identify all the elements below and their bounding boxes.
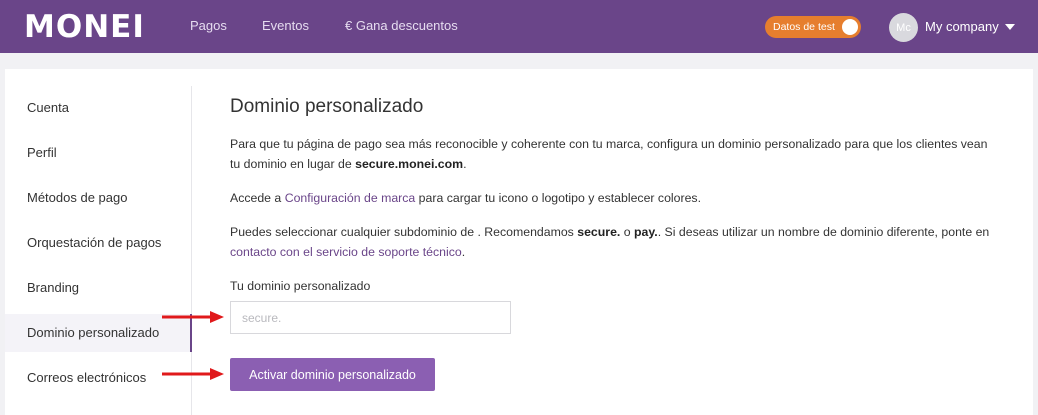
monei-logo[interactable]: MONEI xyxy=(24,9,145,45)
nav-link-descuentos[interactable]: € Gana descuentos xyxy=(345,18,458,33)
default-domain-text: secure.monei.com xyxy=(355,157,464,171)
brand-settings-link[interactable]: Configuración de marca xyxy=(285,191,416,205)
branding-text-end: para cargar tu icono o logotipo y establ… xyxy=(415,191,701,205)
sidebar-item-cuenta[interactable]: Cuenta xyxy=(5,89,192,127)
intro-paragraph: Para que tu página de pago sea más recon… xyxy=(230,134,990,174)
custom-domain-input[interactable] xyxy=(230,301,511,334)
subdomain-text-mid: . Si deseas utilizar un nombre de domini… xyxy=(657,225,990,239)
subdomain-text-start: Puedes seleccionar cualquier subdominio … xyxy=(230,225,578,239)
sidebar-item-perfil[interactable]: Perfil xyxy=(5,134,192,172)
custom-domain-label: Tu dominio personalizado xyxy=(230,279,371,293)
company-menu-label[interactable]: My company xyxy=(925,19,999,34)
sidebar-item-orquestacion-de-pagos[interactable]: Orquestación de pagos xyxy=(5,224,192,262)
test-data-toggle-label: Datos de test xyxy=(773,21,835,33)
top-navbar: MONEI Pagos Eventos € Gana descuentos Da… xyxy=(0,0,1038,53)
sidebar-item-branding[interactable]: Branding xyxy=(5,269,192,307)
annotation-arrow-icon xyxy=(162,368,224,380)
support-contact-link[interactable]: contacto con el servicio de soporte técn… xyxy=(230,245,462,259)
subdomain-text-end: . xyxy=(461,245,466,259)
subdomain-text-or: o xyxy=(620,225,635,239)
chevron-down-icon[interactable] xyxy=(1005,24,1015,30)
pay-subdomain-text: pay. xyxy=(634,225,658,239)
avatar[interactable]: Mc xyxy=(889,13,918,42)
intro-end: . xyxy=(463,157,467,171)
intro-text: Para que tu página de pago sea más recon… xyxy=(230,137,988,171)
sidebar-item-metodos-de-pago[interactable]: Métodos de pago xyxy=(5,179,192,217)
nav-link-pagos[interactable]: Pagos xyxy=(190,18,227,33)
secure-subdomain-text: secure. xyxy=(577,225,621,239)
nav-link-eventos[interactable]: Eventos xyxy=(262,18,309,33)
annotation-arrow-icon xyxy=(162,311,224,323)
toggle-knob xyxy=(842,19,858,35)
subdomain-paragraph: Puedes seleccionar cualquier subdominio … xyxy=(230,222,990,262)
page-title: Dominio personalizado xyxy=(230,96,424,117)
branding-text-start: Accede a xyxy=(230,191,285,205)
test-data-toggle[interactable]: Datos de test xyxy=(765,16,861,38)
activate-custom-domain-button[interactable]: Activar dominio personalizado xyxy=(230,358,435,391)
branding-paragraph: Accede a Configuración de marca para car… xyxy=(230,188,990,208)
